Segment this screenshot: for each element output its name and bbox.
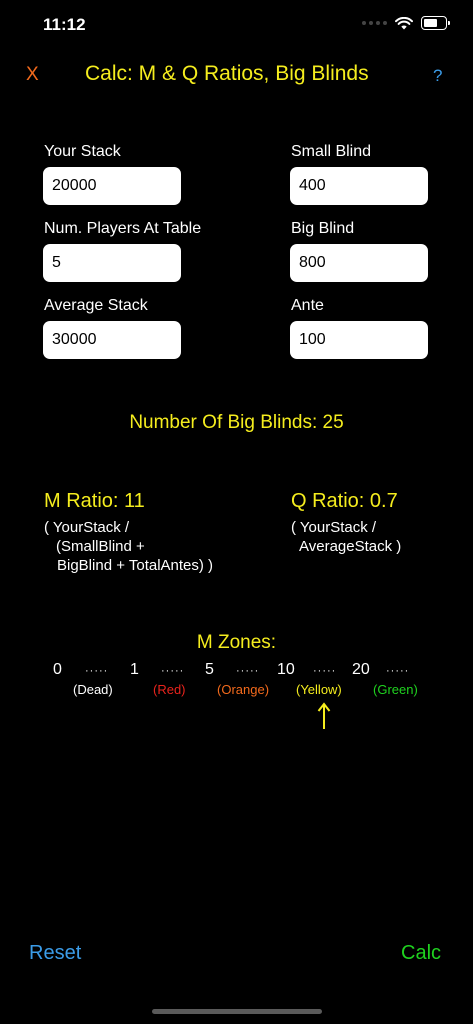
m-zones-title: M Zones: [196,632,277,653]
status-time: 11:12 [43,15,86,34]
zone-label-dead: (Dead) [73,682,113,697]
zone-label-yellow: (Yellow) [296,682,342,697]
zone-threshold: 20 [352,661,370,678]
zone-threshold: 0 [53,661,62,678]
your-stack-label: Your Stack [44,143,121,160]
m-ratio-result: M Ratio: 11 [44,490,145,512]
wifi-icon [395,16,413,29]
big-blind-input[interactable] [290,244,428,282]
m-ratio-formula: ( YourStack / (SmallBlind + BigBlind + T… [44,518,213,575]
home-indicator[interactable] [152,1009,322,1014]
average-stack-label: Average Stack [44,297,148,314]
help-button[interactable]: ? [433,66,442,86]
zone-threshold: 5 [205,661,214,678]
big-blinds-result: Number Of Big Blinds: 25 [129,412,344,433]
battery-icon [421,16,450,30]
zone-separator: ····· [386,665,410,677]
zone-threshold: 1 [130,661,139,678]
small-blind-label: Small Blind [291,143,372,160]
status-icons [362,16,450,30]
q-ratio-formula: ( YourStack / AverageStack ) [291,518,401,556]
close-button[interactable]: X [26,64,39,86]
zone-separator: ····· [161,665,185,677]
calc-button[interactable]: Calc [401,942,441,965]
page-title: Calc: M & Q Ratios, Big Blinds [85,62,369,85]
q-formula-line: ( YourStack / [291,519,377,536]
q-ratio-result: Q Ratio: 0.7 [291,490,398,512]
ante-input[interactable] [290,321,428,359]
big-blind-label: Big Blind [291,220,355,237]
small-blind-input[interactable] [290,167,428,205]
zone-separator: ····· [85,665,109,677]
zone-separator: ····· [313,665,337,677]
zone-label-red: (Red) [153,682,186,697]
m-formula-line: ( YourStack / [44,519,130,536]
reset-button[interactable]: Reset [29,942,81,965]
m-formula-line: (SmallBlind + [56,538,145,555]
your-stack-input[interactable] [43,167,181,205]
num-players-label: Num. Players At Table [44,220,202,237]
zone-separator: ····· [236,665,260,677]
zone-label-green: (Green) [373,682,418,697]
signal-dots-icon [362,21,387,25]
q-formula-line: AverageStack ) [299,538,402,555]
m-formula-line: BigBlind + TotalAntes) ) [57,557,214,574]
num-players-input[interactable] [43,244,181,282]
arrow-up-icon [317,702,331,729]
ante-label: Ante [291,297,324,314]
average-stack-input[interactable] [43,321,181,359]
zone-label-orange: (Orange) [217,682,270,697]
zone-threshold: 10 [277,661,295,678]
